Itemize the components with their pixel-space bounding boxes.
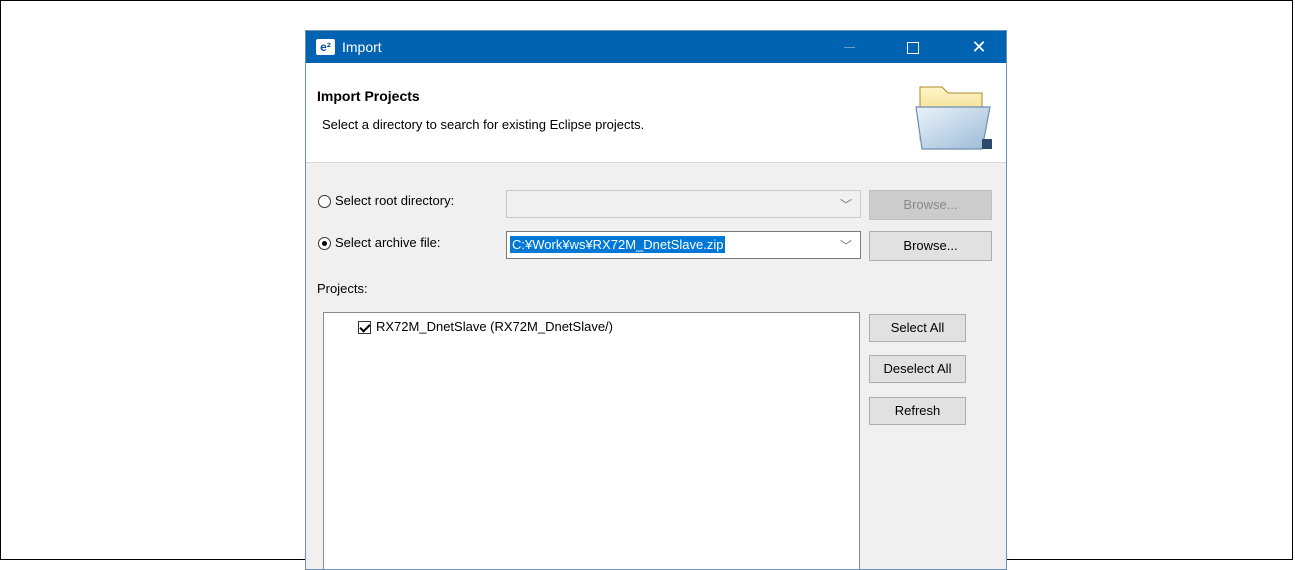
chevron-down-icon[interactable]: ﹀ bbox=[840, 237, 852, 254]
project-label: RX72M_DnetSlave (RX72M_DnetSlave/) bbox=[376, 319, 613, 334]
close-icon: ✕ bbox=[971, 37, 987, 57]
maximize-icon bbox=[907, 41, 919, 54]
archive-file-value[interactable]: C:¥Work¥ws¥RX72M_DnetSlave.zip bbox=[510, 236, 726, 253]
page-title: Import Projects bbox=[317, 88, 420, 104]
list-item[interactable]: RX72M_DnetSlave (RX72M_DnetSlave/) bbox=[358, 319, 613, 335]
app-logo-icon: e² bbox=[316, 39, 335, 55]
archive-file-combo[interactable]: C:¥Work¥ws¥RX72M_DnetSlave.zip ﹀ bbox=[506, 231, 861, 259]
radio-indicator bbox=[318, 195, 331, 209]
root-browse-button: Browse... bbox=[869, 190, 992, 220]
chevron-down-icon: ﹀ bbox=[839, 198, 852, 212]
page-description: Select a directory to search for existin… bbox=[322, 117, 645, 132]
title-bar[interactable]: e² Import ✕ bbox=[306, 31, 1006, 63]
window-title: Import bbox=[342, 39, 382, 55]
archive-browse-button[interactable]: Browse... bbox=[869, 231, 992, 261]
root-directory-label: Select root directory: bbox=[335, 193, 455, 208]
project-checkbox[interactable] bbox=[358, 321, 371, 335]
minimize-button[interactable] bbox=[826, 31, 872, 63]
refresh-button[interactable]: Refresh bbox=[869, 397, 966, 425]
archive-file-radio[interactable]: Select archive file: bbox=[318, 235, 441, 251]
projects-list[interactable]: RX72M_DnetSlave (RX72M_DnetSlave/) bbox=[323, 312, 860, 569]
root-directory-radio[interactable]: Select root directory: bbox=[318, 193, 455, 209]
minimize-icon bbox=[843, 47, 855, 49]
archive-file-label: Select archive file: bbox=[335, 235, 441, 250]
projects-label: Projects: bbox=[317, 281, 368, 296]
close-button[interactable]: ✕ bbox=[956, 31, 1002, 63]
select-all-button[interactable]: Select All bbox=[869, 314, 966, 342]
radio-indicator bbox=[318, 237, 331, 251]
deselect-all-button[interactable]: Deselect All bbox=[869, 355, 966, 383]
import-dialog: e² Import ✕ Import Projects Select a dir… bbox=[305, 30, 1007, 570]
root-directory-combo: ﹀ bbox=[506, 190, 861, 218]
dialog-header: Import Projects Select a directory to se… bbox=[306, 63, 1006, 163]
maximize-button[interactable] bbox=[890, 31, 936, 63]
folder-icon bbox=[915, 86, 992, 150]
